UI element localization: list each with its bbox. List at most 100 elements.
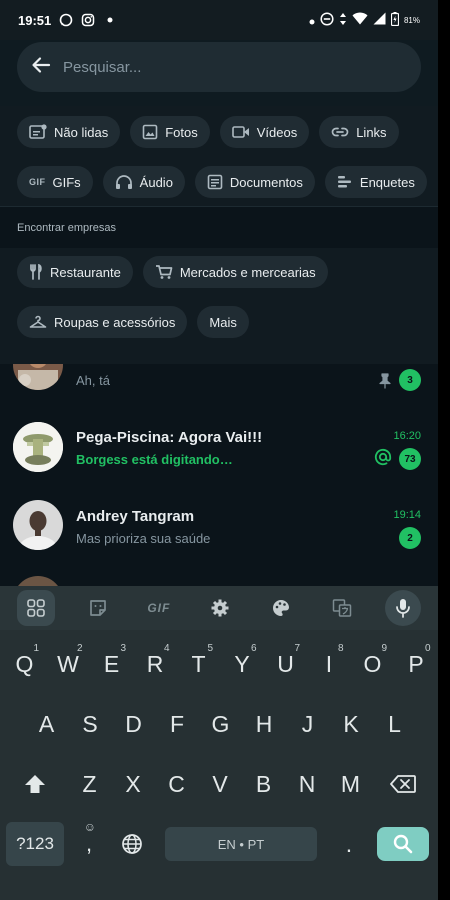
theme-palette-icon[interactable] <box>263 590 299 626</box>
filter-photos[interactable]: Fotos <box>130 116 210 148</box>
backspace-key[interactable] <box>378 754 428 814</box>
key-d[interactable]: D <box>112 694 155 754</box>
key-y[interactable]: Y6 <box>221 634 264 694</box>
key-r[interactable]: R4 <box>134 634 177 694</box>
key-j[interactable]: J <box>286 694 329 754</box>
headphones-icon <box>115 175 132 189</box>
sticker-icon[interactable] <box>80 590 116 626</box>
wifi-icon <box>352 12 368 28</box>
key-number-hint: 7 <box>294 643 300 654</box>
section-divider <box>0 206 438 207</box>
back-arrow-icon[interactable] <box>31 55 51 80</box>
key-label: Z <box>82 770 97 797</box>
key-x[interactable]: X <box>112 754 155 814</box>
key-number-hint: 9 <box>381 643 387 654</box>
filter-videos-label: Vídeos <box>256 124 298 140</box>
key-c[interactable]: C <box>155 754 198 814</box>
filter-unread[interactable]: Não lidas <box>17 116 121 148</box>
key-u[interactable]: U7 <box>264 634 307 694</box>
business-more[interactable]: Mais <box>197 306 249 338</box>
filter-links[interactable]: Links <box>319 116 399 148</box>
filter-links-label: Links <box>356 124 387 140</box>
space-key[interactable]: EN • PT <box>165 827 317 861</box>
key-w[interactable]: W2 <box>47 634 90 694</box>
search-icon <box>393 834 413 854</box>
translate-icon[interactable] <box>324 590 360 626</box>
search-input[interactable] <box>63 58 363 76</box>
data-arrows-icon <box>339 12 347 29</box>
language-globe-icon[interactable] <box>112 814 152 874</box>
key-label: U <box>277 650 294 677</box>
key-o[interactable]: O9 <box>351 634 394 694</box>
whatsapp-notification-icon <box>57 11 75 29</box>
key-g[interactable]: G <box>199 694 242 754</box>
key-label: Q <box>15 650 34 677</box>
key-a[interactable]: A <box>25 694 68 754</box>
poll-icon <box>337 176 351 188</box>
filter-row-2: GIF GIFs Áudio Documentos Enquetes <box>17 166 427 198</box>
video-icon <box>231 126 249 138</box>
mention-icon <box>374 448 392 471</box>
key-label: D <box>125 710 142 737</box>
business-clothing[interactable]: Roupas e acessórios <box>17 306 188 338</box>
chat-row-andrey[interactable]: Andrey Tangram 19:14 Mas prioriza sua sa… <box>0 488 438 560</box>
nav-bar <box>0 882 438 900</box>
key-v[interactable]: V <box>199 754 242 814</box>
key-s[interactable]: S <box>69 694 112 754</box>
key-label: T <box>191 650 206 677</box>
search-key[interactable] <box>377 827 429 861</box>
key-p[interactable]: P0 <box>395 634 438 694</box>
apps-grid-icon[interactable] <box>16 590 55 626</box>
settings-gear-icon[interactable] <box>202 590 238 626</box>
filter-polls[interactable]: Enquetes <box>324 166 427 198</box>
symbols-key[interactable]: ?123 <box>6 822 64 866</box>
key-label: L <box>388 710 401 737</box>
key-l[interactable]: L <box>373 694 416 754</box>
key-h[interactable]: H <box>243 694 286 754</box>
link-icon <box>331 127 349 137</box>
key-t[interactable]: T5 <box>177 634 220 694</box>
unread-icon <box>29 124 47 139</box>
key-label: S <box>82 710 98 737</box>
filter-videos[interactable]: Vídeos <box>219 116 310 148</box>
business-row-1: Restaurante Mercados e mercearias <box>17 256 421 288</box>
avatar <box>13 576 63 586</box>
key-i[interactable]: I8 <box>308 634 351 694</box>
search-filters: Não lidas Fotos Vídeos Links GIF GIFs Áu… <box>0 106 438 206</box>
chat-last-message: Ah, tá <box>76 373 110 388</box>
business-restaurant[interactable]: Restaurante <box>17 256 133 288</box>
key-b[interactable]: B <box>242 754 285 814</box>
chat-row-pinned[interactable]: Ah, tá 3 <box>0 364 438 408</box>
keyboard-row-2: ASDFGH J K L <box>0 694 438 754</box>
key-z[interactable]: Z <box>68 754 111 814</box>
key-k[interactable]: K <box>330 694 373 754</box>
filter-audio[interactable]: Áudio <box>102 166 185 198</box>
key-n[interactable]: N <box>286 754 329 814</box>
filter-documents[interactable]: Documentos <box>194 166 315 198</box>
chat-row-pega-piscina[interactable]: Pega-Piscina: Agora Vai!!! 16:20 Borgess… <box>0 410 438 482</box>
key-m[interactable]: M <box>329 754 372 814</box>
key-label: E <box>103 650 120 677</box>
filter-documents-label: Documentos <box>229 174 303 190</box>
dot-icon <box>309 13 315 28</box>
period-key[interactable]: . <box>330 814 368 874</box>
key-f[interactable]: F <box>156 694 199 754</box>
comma-key[interactable]: , ☺ <box>70 814 108 874</box>
key-label: G <box>211 710 230 737</box>
shift-key[interactable] <box>13 754 57 814</box>
microphone-icon[interactable] <box>385 590 422 626</box>
business-grocery[interactable]: Mercados e mercearias <box>142 256 328 288</box>
search-bar <box>17 42 421 92</box>
unread-badge: 3 <box>399 369 421 391</box>
key-label: F <box>169 710 185 737</box>
chat-row-partial[interactable] <box>0 562 438 586</box>
filter-unread-label: Não lidas <box>54 124 109 140</box>
key-e[interactable]: E3 <box>90 634 133 694</box>
gif-icon[interactable]: GIF <box>141 590 177 626</box>
photo-icon <box>142 124 158 140</box>
search-header <box>0 40 438 106</box>
filter-gifs[interactable]: GIF GIFs <box>17 166 93 198</box>
key-q[interactable]: Q1 <box>3 634 46 694</box>
key-label: H <box>255 710 273 737</box>
screen-edge <box>438 0 450 900</box>
